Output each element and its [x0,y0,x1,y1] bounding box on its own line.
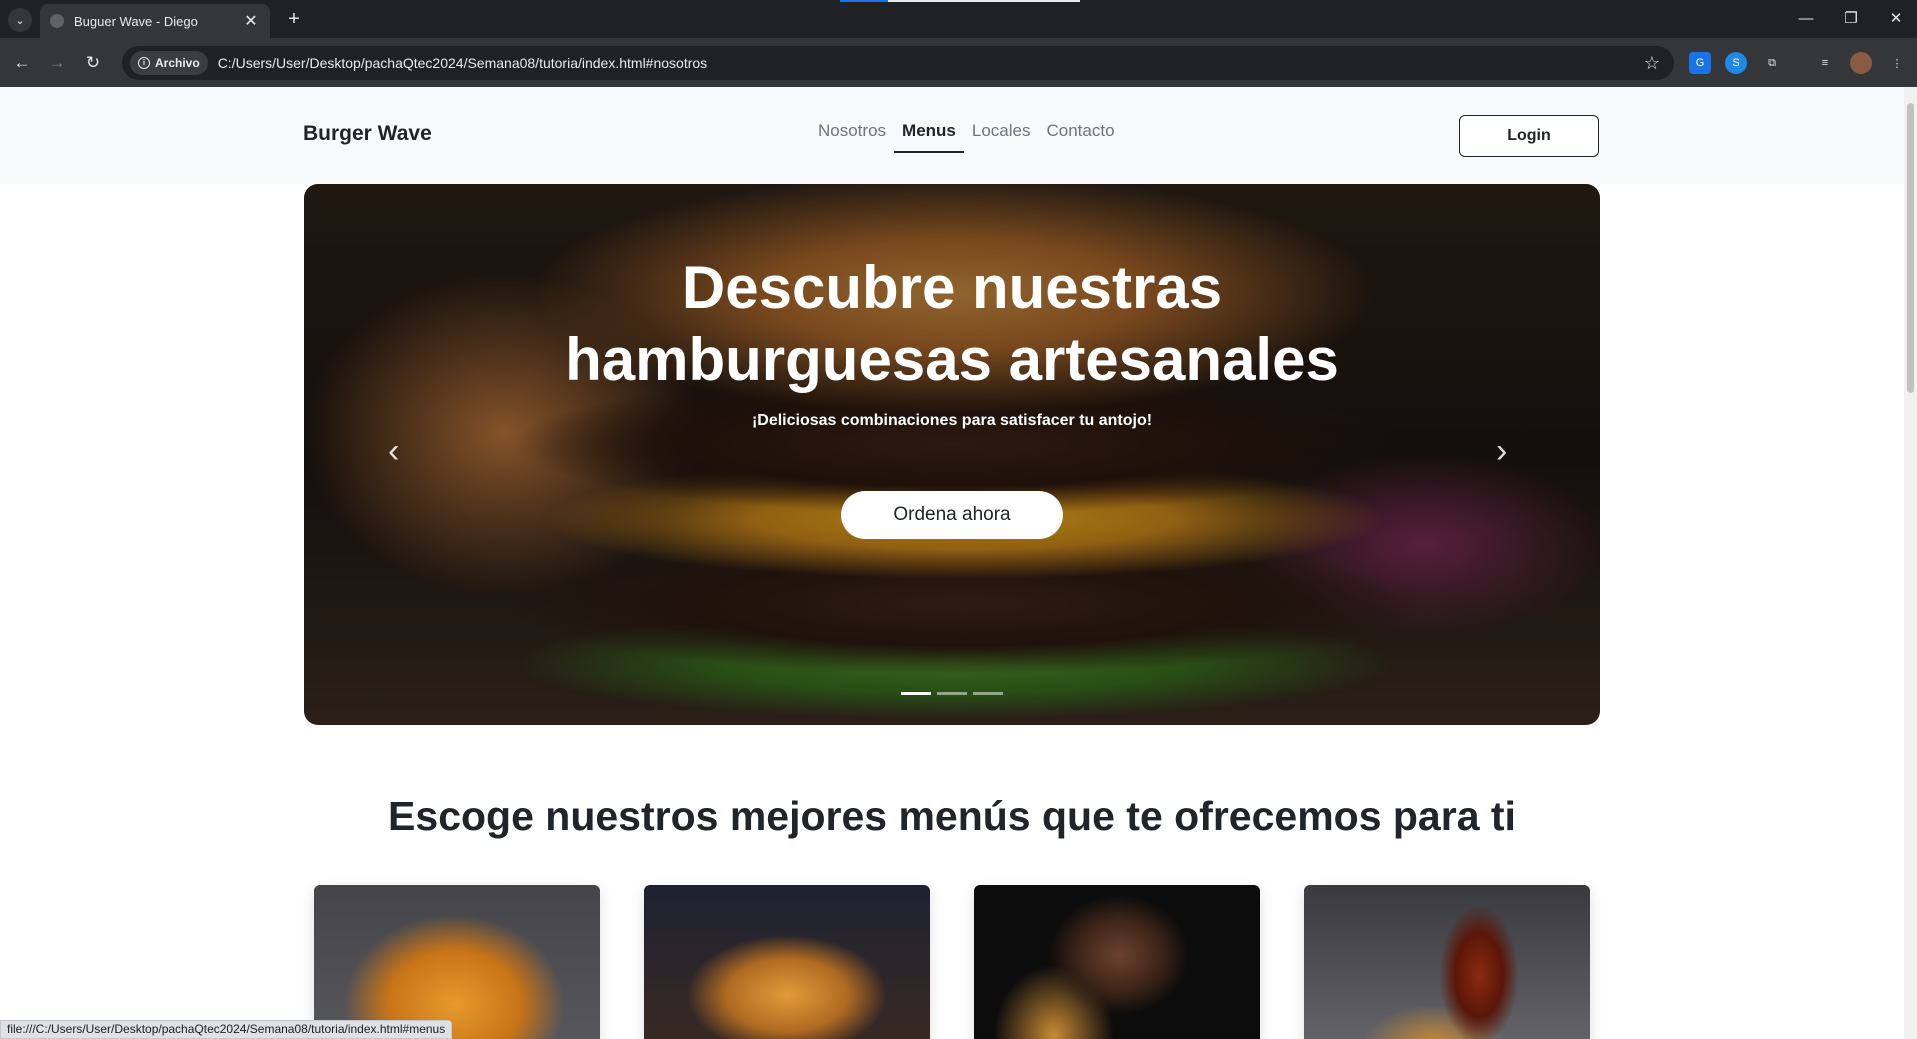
restore-window-icon[interactable]: ❐ [1831,6,1871,32]
loading-indicator-track [888,0,1080,2]
browser-tab-active[interactable]: Buguer Wave - Diego ✕ [40,4,270,38]
tab-title: Buguer Wave - Diego [74,13,198,29]
bookmark-star-icon[interactable]: ☆ [1644,53,1660,74]
menu-card-image[interactable] [644,885,930,1039]
hero-title: Descubre nuestras hamburguesas artesanal… [304,252,1600,396]
site-brand[interactable]: Burger Wave [303,122,432,146]
site-nav-links: Nosotros Menus Locales Contacto [810,121,1123,153]
new-tab-button[interactable]: + [282,8,306,32]
loading-indicator [840,0,888,2]
carousel-indicator-1[interactable] [901,692,931,695]
browser-tab-strip: ⌄ Buguer Wave - Diego ✕ + — ❐ ✕ [0,0,1917,38]
hero-title-line-2: hamburguesas artesanales [565,326,1339,393]
hero-subtitle: ¡Deliciosas combinaciones para satisface… [751,412,1153,429]
more-menu-icon[interactable]: ⋮ [1886,52,1908,74]
page-scrollbar[interactable] [1904,87,1917,1039]
hero-carousel: Descubre nuestras hamburguesas artesanal… [304,184,1600,725]
order-now-button[interactable]: Ordena ahora [841,491,1063,539]
tab-close-icon[interactable]: ✕ [242,11,260,31]
nav-link-menus[interactable]: Menus [894,121,964,153]
web-page: Burger Wave Nosotros Menus Locales Conta… [0,87,1904,1039]
menus-section-title: Escoge nuestros mejores menús que te ofr… [388,793,1516,839]
menu-card-image[interactable] [1304,885,1590,1039]
site-info-chip[interactable]: i Archivo [130,51,208,75]
carousel-prev-icon[interactable]: ‹ [388,432,399,471]
scrollbar-thumb[interactable] [1907,103,1914,393]
translate-extension-icon[interactable]: G [1689,52,1711,74]
browser-toolbar: ← → ↻ i Archivo C:/Users/User/Desktop/pa… [0,38,1917,87]
back-arrow-icon[interactable]: ← [9,50,35,76]
login-button[interactable]: Login [1459,115,1599,157]
nav-link-contacto[interactable]: Contacto [1038,121,1122,153]
carousel-indicator-3[interactable] [973,692,1003,695]
minimize-window-icon[interactable]: — [1786,6,1826,32]
site-info-label: Archivo [155,56,200,70]
puzzle-extensions-icon[interactable]: ⧉ [1761,52,1783,74]
menu-card-image[interactable] [974,885,1260,1039]
link-status-bar: file:///C:/Users/User/Desktop/pachaQtec2… [0,1020,453,1039]
carousel-next-icon[interactable]: › [1496,432,1507,471]
site-navbar: Burger Wave Nosotros Menus Locales Conta… [0,87,1904,184]
tab-search-chevron-icon[interactable]: ⌄ [8,8,32,32]
carousel-indicator-2[interactable] [937,692,967,695]
carousel-indicators [901,692,1003,695]
nav-link-nosotros[interactable]: Nosotros [810,121,894,153]
reload-icon[interactable]: ↻ [80,50,106,76]
tab-favicon-icon [50,14,64,28]
address-bar[interactable]: i Archivo C:/Users/User/Desktop/pachaQte… [122,46,1674,80]
forward-arrow-icon[interactable]: → [44,50,70,76]
media-controls-icon[interactable]: ≡ [1814,52,1836,74]
nav-link-locales[interactable]: Locales [964,121,1039,153]
profile-avatar[interactable] [1850,52,1872,74]
hero-title-line-1: Descubre nuestras [681,254,1223,321]
info-icon: i [138,57,150,69]
url-text[interactable]: C:/Users/User/Desktop/pachaQtec2024/Sema… [218,55,1644,71]
extension-icon[interactable]: S [1725,52,1747,74]
menu-card-image[interactable] [314,885,600,1039]
close-window-icon[interactable]: ✕ [1876,6,1916,32]
